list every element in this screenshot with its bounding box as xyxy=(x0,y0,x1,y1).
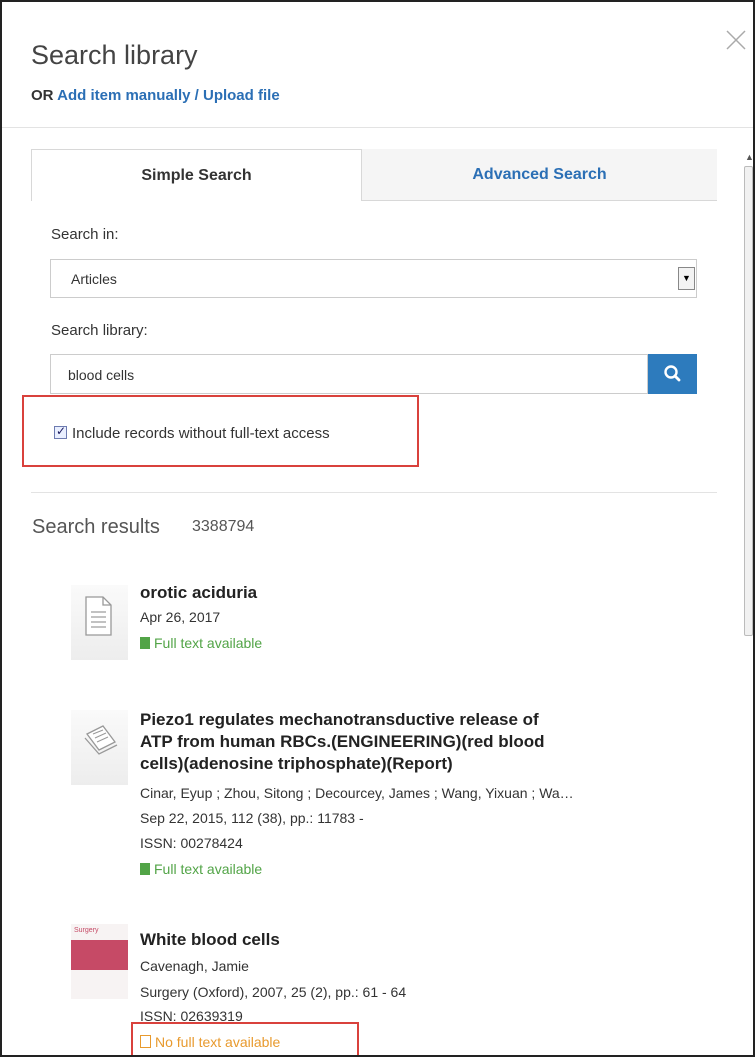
result-title-line-3[interactable]: cells)(adenosine triphosphate)(Report) xyxy=(140,753,453,774)
search-input[interactable]: blood cells xyxy=(50,354,648,394)
search-icon xyxy=(664,365,681,382)
scrollbar[interactable]: ▲ xyxy=(741,142,753,1055)
scroll-up-arrow-icon[interactable]: ▲ xyxy=(745,152,753,162)
cover-band xyxy=(71,940,128,970)
search-library-dialog: Search library OR Add item manually / Up… xyxy=(0,0,755,1057)
result-citation: Sep 22, 2015, 112 (38), pp.: 11783 - xyxy=(140,810,364,826)
result-thumbnail[interactable] xyxy=(71,710,128,785)
search-input-value: blood cells xyxy=(68,367,135,383)
result-title[interactable]: White blood cells xyxy=(140,929,280,950)
scrollbar-thumb[interactable] xyxy=(744,166,753,636)
dialog-subtitle: OR Add item manually / Upload file xyxy=(31,87,280,104)
divider xyxy=(31,492,717,493)
result-title-line-1[interactable]: Piezo1 regulates mechanotransductive rel… xyxy=(140,709,539,730)
result-authors: Cinar, Eyup ; Zhou, Sitong ; Decourcey, … xyxy=(140,785,574,801)
search-button[interactable] xyxy=(648,354,697,394)
search-in-value: Articles xyxy=(71,271,117,287)
full-text-status[interactable]: Full text available xyxy=(140,861,262,877)
tab-advanced-search[interactable]: Advanced Search xyxy=(362,149,717,201)
cover-title: Surgery xyxy=(74,927,99,934)
results-count: 3388794 xyxy=(192,518,255,535)
close-icon[interactable] xyxy=(724,28,748,52)
search-in-label: Search in: xyxy=(51,226,119,243)
include-records-label[interactable]: Include records without full-text access xyxy=(72,425,330,442)
result-issn: ISSN: 00278424 xyxy=(140,835,243,851)
full-text-status[interactable]: Full text available xyxy=(140,635,262,651)
search-library-label: Search library: xyxy=(51,322,148,339)
result-thumbnail[interactable] xyxy=(71,585,128,660)
add-item-link[interactable]: Add item manually / Upload file xyxy=(57,87,280,104)
or-prefix: OR xyxy=(31,87,54,104)
result-title-line-2[interactable]: ATP from human RBCs.(ENGINEERING)(red bl… xyxy=(140,731,545,752)
journal-cover-thumbnail[interactable]: Surgery xyxy=(71,924,128,999)
results-title: Search results xyxy=(32,516,160,538)
document-icon xyxy=(85,596,112,636)
dialog-header: Search library OR Add item manually / Up… xyxy=(2,2,753,128)
result-citation: Surgery (Oxford), 2007, 25 (2), pp.: 61 … xyxy=(140,984,407,1000)
chevron-down-icon[interactable]: ▼ xyxy=(678,267,695,290)
highlight-status-box xyxy=(131,1022,359,1055)
result-authors: Cavenagh, Jamie xyxy=(140,958,249,974)
newspaper-icon xyxy=(84,725,118,755)
dialog-title: Search library xyxy=(31,40,198,70)
result-date: Apr 26, 2017 xyxy=(140,609,221,625)
result-title[interactable]: orotic aciduria xyxy=(140,582,257,603)
search-in-select[interactable]: Articles ▼ xyxy=(50,259,697,298)
tab-simple-search[interactable]: Simple Search xyxy=(31,149,362,201)
include-records-checkbox[interactable] xyxy=(54,424,67,439)
